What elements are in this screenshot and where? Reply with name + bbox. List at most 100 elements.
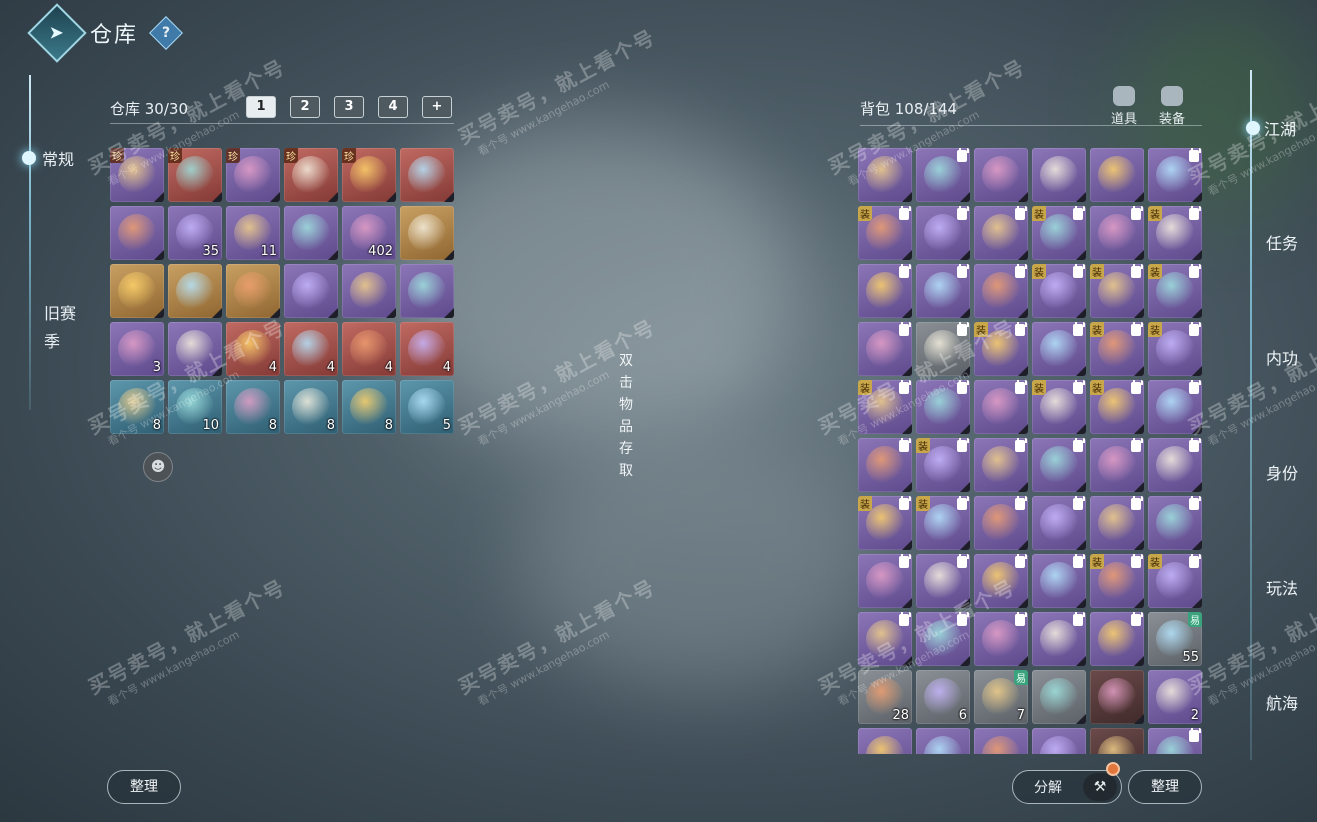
warehouse-item-slot[interactable]: 11 [226, 206, 280, 260]
warehouse-item-slot[interactable]: 4 [284, 322, 338, 376]
bag-item-slot[interactable] [974, 148, 1028, 202]
bag-item-slot[interactable] [858, 322, 912, 376]
warehouse-item-slot[interactable]: 5 [400, 380, 454, 434]
nav-tab-quest[interactable]: 任务 [1266, 230, 1298, 254]
bag-item-slot[interactable]: 装 [858, 496, 912, 550]
bag-item-slot[interactable] [916, 554, 970, 608]
bag-item-slot[interactable]: 28 [858, 670, 912, 724]
bag-item-slot[interactable] [1090, 612, 1144, 666]
bag-item-slot[interactable] [1032, 670, 1086, 724]
warehouse-item-slot[interactable] [168, 322, 222, 376]
bag-item-slot[interactable] [1090, 496, 1144, 550]
bag-item-slot[interactable] [974, 728, 1028, 754]
bag-item-slot[interactable]: 装 [1090, 322, 1144, 376]
filter-equipment[interactable]: 装备 [1152, 86, 1192, 127]
bag-item-slot[interactable] [974, 554, 1028, 608]
warehouse-item-slot[interactable]: 珍 [226, 148, 280, 202]
bag-item-slot[interactable] [1032, 728, 1086, 754]
bag-item-slot[interactable]: 装 [858, 206, 912, 260]
warehouse-item-slot[interactable] [400, 148, 454, 202]
bag-item-slot[interactable] [916, 264, 970, 318]
bag-item-slot[interactable] [974, 206, 1028, 260]
bag-item-slot[interactable]: 装 [916, 496, 970, 550]
warehouse-item-slot[interactable] [400, 206, 454, 260]
bag-scroll-area[interactable]: 装装装装装装装装装装装装装装装装装易 55 28 6 易 7 2 [856, 146, 1206, 754]
sort-bag-button[interactable]: 整理 [1128, 770, 1202, 804]
bag-item-slot[interactable] [1148, 438, 1202, 492]
bag-item-slot[interactable]: 2 [1148, 670, 1202, 724]
warehouse-item-slot[interactable]: 4 [226, 322, 280, 376]
bag-item-slot[interactable] [974, 264, 1028, 318]
warehouse-item-slot[interactable]: 4 [342, 322, 396, 376]
bag-item-slot[interactable] [1090, 206, 1144, 260]
bag-item-slot[interactable] [1090, 670, 1144, 724]
bag-item-slot[interactable] [974, 496, 1028, 550]
bag-item-slot[interactable] [974, 380, 1028, 434]
bag-item-slot[interactable] [1148, 496, 1202, 550]
warehouse-item-slot[interactable]: 珍 [284, 148, 338, 202]
bag-item-slot[interactable] [974, 612, 1028, 666]
hammer-icon[interactable]: ⚒ [1083, 773, 1117, 801]
warehouse-item-slot[interactable]: 35 [168, 206, 222, 260]
bag-item-slot[interactable]: 装 [1032, 380, 1086, 434]
bag-item-slot[interactable] [916, 206, 970, 260]
warehouse-item-slot[interactable] [110, 264, 164, 318]
warehouse-tab-4[interactable]: 4 [378, 96, 408, 118]
back-button[interactable]: ➤ [27, 3, 87, 63]
nav-tab-gameplay[interactable]: 玩法 [1266, 575, 1298, 599]
bag-item-slot[interactable] [1032, 554, 1086, 608]
bag-item-slot[interactable]: 装 [1090, 554, 1144, 608]
bag-item-slot[interactable]: 易7 [974, 670, 1028, 724]
bag-item-slot[interactable]: 装 [1148, 322, 1202, 376]
bag-item-slot[interactable]: 装 [916, 438, 970, 492]
bag-item-slot[interactable] [1148, 148, 1202, 202]
bag-item-slot[interactable] [858, 728, 912, 754]
warehouse-item-slot[interactable] [226, 264, 280, 318]
bag-item-slot[interactable]: 装 [1148, 554, 1202, 608]
warehouse-item-slot[interactable]: 4 [400, 322, 454, 376]
lion-face-button[interactable]: ☻ [143, 452, 173, 482]
warehouse-item-slot[interactable]: 珍 [110, 148, 164, 202]
nav-tab-regular[interactable]: 常规 [22, 146, 74, 170]
nav-tab-sailing[interactable]: 航海 [1266, 690, 1298, 714]
bag-item-slot[interactable] [916, 380, 970, 434]
warehouse-item-slot[interactable] [284, 264, 338, 318]
warehouse-tab-3[interactable]: 3 [334, 96, 364, 118]
warehouse-item-slot[interactable]: 珍 [342, 148, 396, 202]
bag-item-slot[interactable] [916, 612, 970, 666]
warehouse-item-slot[interactable] [168, 264, 222, 318]
bag-item-slot[interactable]: 易 55 [1148, 612, 1202, 666]
warehouse-tab-2[interactable]: 2 [290, 96, 320, 118]
help-button[interactable]: ? [149, 16, 183, 50]
bag-item-slot[interactable] [1090, 438, 1144, 492]
bag-item-slot[interactable] [1032, 612, 1086, 666]
bag-item-slot[interactable] [916, 148, 970, 202]
bag-item-slot[interactable] [858, 554, 912, 608]
bag-item-slot[interactable] [1032, 148, 1086, 202]
bag-item-slot[interactable]: 装 [858, 380, 912, 434]
nav-tab-identity[interactable]: 身份 [1266, 460, 1298, 484]
nav-tab-inner-skill[interactable]: 内功 [1266, 345, 1298, 369]
bag-item-slot[interactable]: 装 [1090, 380, 1144, 434]
bag-item-slot[interactable] [858, 438, 912, 492]
bag-item-slot[interactable]: 装 [1148, 206, 1202, 260]
nav-tab-jianghu[interactable]: 江湖 [1246, 116, 1296, 140]
bag-item-slot[interactable]: 装 [974, 322, 1028, 376]
warehouse-item-slot[interactable]: 10 [168, 380, 222, 434]
bag-item-slot[interactable] [974, 438, 1028, 492]
warehouse-item-slot[interactable]: 3 [110, 322, 164, 376]
nav-tab-old-season[interactable]: 旧赛季 [44, 300, 84, 356]
warehouse-item-slot[interactable] [400, 264, 454, 318]
bag-item-slot[interactable] [858, 148, 912, 202]
warehouse-item-slot[interactable]: 8 [110, 380, 164, 434]
bag-item-slot[interactable]: 装 [1148, 264, 1202, 318]
bag-item-slot[interactable]: 装 [1032, 264, 1086, 318]
bag-item-slot[interactable] [1032, 438, 1086, 492]
bag-item-slot[interactable] [916, 322, 970, 376]
bag-item-slot[interactable] [1148, 380, 1202, 434]
bag-item-slot[interactable] [1090, 148, 1144, 202]
warehouse-item-slot[interactable] [284, 206, 338, 260]
bag-item-slot[interactable]: 装 [1090, 264, 1144, 318]
warehouse-item-slot[interactable] [342, 264, 396, 318]
bag-item-slot[interactable] [916, 728, 970, 754]
